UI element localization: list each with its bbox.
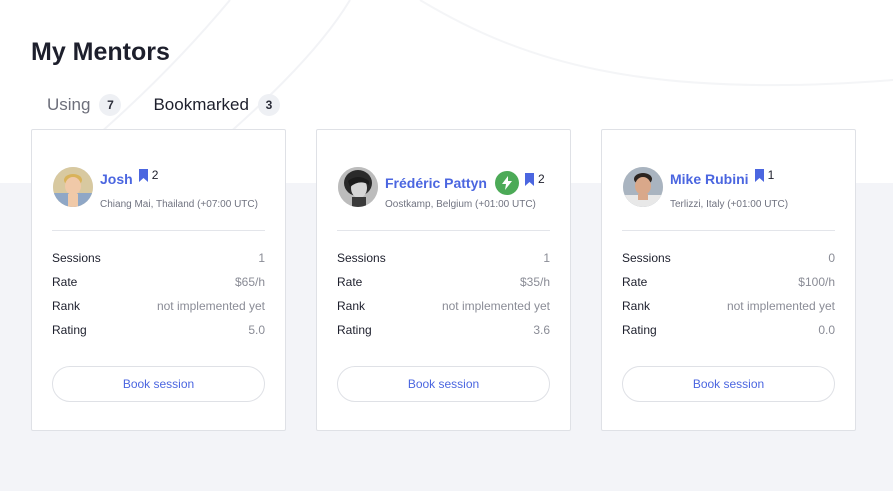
bookmark-count: 1 (767, 167, 775, 182)
stat-row-rank: Rank not implemented yet (52, 294, 265, 318)
mentor-location: Terlizzi, Italy (+01:00 UTC) (670, 199, 789, 210)
stat-row-sessions: Sessions 0 (622, 246, 835, 270)
book-session-button[interactable]: Book session (622, 366, 835, 402)
stat-label: Rate (622, 275, 648, 289)
tab-label: Bookmarked (153, 95, 249, 114)
stat-label: Sessions (337, 251, 386, 265)
stat-row-rate: Rate $100/h (622, 270, 835, 294)
stat-value: 5.0 (248, 323, 265, 337)
stat-row-rate: Rate $35/h (337, 270, 550, 294)
stat-row-sessions: Sessions 1 (337, 246, 550, 270)
stat-row-sessions: Sessions 1 (52, 246, 265, 270)
stat-row-rank: Rank not implemented yet (337, 294, 550, 318)
stat-row-rate: Rate $65/h (52, 270, 265, 294)
mentor-stats: Sessions 1 Rate $65/h Rank not implement… (52, 231, 265, 342)
stat-row-rating: Rating 0.0 (622, 318, 835, 342)
stat-label: Rate (52, 275, 78, 289)
mentor-name-link[interactable]: Mike Rubini (670, 171, 749, 187)
bookmark-icon (754, 168, 764, 182)
stat-label: Sessions (52, 251, 101, 265)
stat-value: 0 (828, 251, 835, 265)
page-title: My Mentors (31, 38, 170, 66)
lightning-icon (501, 176, 512, 190)
stat-value: not implemented yet (441, 299, 550, 313)
bookmark-count: 2 (537, 171, 545, 186)
stat-label: Rating (52, 323, 87, 337)
tab-count-badge: 7 (99, 94, 122, 116)
stat-label: Rate (337, 275, 363, 289)
bookmark-toggle[interactable]: 2 (524, 171, 545, 186)
mentor-card: Frédéric Pattyn 2 Oostkamp, Belgium (+01… (316, 129, 571, 431)
mentor-location: Oostkamp, Belgium (+01:00 UTC) (385, 199, 536, 210)
tab-using[interactable]: Using 7 (47, 94, 122, 116)
verified-badge (494, 171, 519, 195)
tab-label: Using (47, 95, 91, 114)
stat-label: Rank (337, 299, 366, 313)
stat-value: $100/h (798, 275, 835, 289)
stat-value: 1 (543, 251, 550, 265)
tab-bookmarked[interactable]: Bookmarked 3 (153, 94, 280, 116)
avatar[interactable] (53, 167, 93, 207)
stat-value: $65/h (234, 275, 265, 289)
bookmark-icon (138, 168, 148, 182)
mentor-card: Mike Rubini 1 Terlizzi, Italy (+01:00 UT… (601, 129, 856, 431)
stat-label: Rating (337, 323, 372, 337)
mentor-name-link[interactable]: Frédéric Pattyn (385, 175, 487, 191)
mentor-stats: Sessions 1 Rate $35/h Rank not implement… (337, 231, 550, 342)
book-session-button[interactable]: Book session (337, 366, 550, 402)
stat-label: Rating (622, 323, 657, 337)
tab-count-badge: 3 (257, 94, 280, 116)
stat-row-rank: Rank not implemented yet (622, 294, 835, 318)
stat-label: Rank (52, 299, 81, 313)
avatar[interactable] (623, 167, 663, 207)
stat-label: Rank (622, 299, 651, 313)
bookmark-count: 2 (151, 167, 159, 182)
bookmark-toggle[interactable]: 1 (754, 167, 775, 182)
stat-label: Sessions (622, 251, 671, 265)
stat-value: 0.0 (818, 323, 835, 337)
stat-value: not implemented yet (726, 299, 835, 313)
tab-bar: Using 7 Bookmarked 3 (47, 94, 280, 116)
stat-value: 1 (258, 251, 265, 265)
bookmark-toggle[interactable]: 2 (138, 167, 159, 182)
avatar[interactable] (338, 167, 378, 207)
stat-value: $35/h (519, 275, 550, 289)
mentor-card: Josh 2 Chiang Mai, Thailand (+07:00 UTC)… (31, 129, 286, 431)
stat-row-rating: Rating 5.0 (52, 318, 265, 342)
book-session-button[interactable]: Book session (52, 366, 265, 402)
mentor-location: Chiang Mai, Thailand (+07:00 UTC) (100, 199, 258, 210)
mentor-stats: Sessions 0 Rate $100/h Rank not implemen… (622, 231, 835, 342)
stat-row-rating: Rating 3.6 (337, 318, 550, 342)
mentor-name-link[interactable]: Josh (100, 171, 133, 187)
stat-value: not implemented yet (156, 299, 265, 313)
bookmark-icon (524, 172, 534, 186)
stat-value: 3.6 (533, 323, 550, 337)
